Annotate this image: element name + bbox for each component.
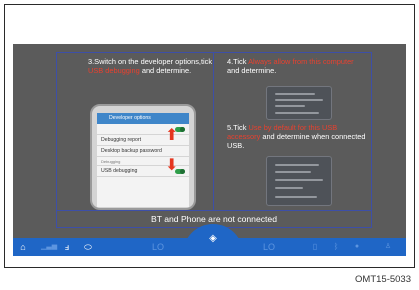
step-5-instruction: 5.Tick Use by default for this USB acces… [227,123,367,150]
temp-right[interactable]: LO [258,238,280,256]
step-3-highlight: USB debugging [88,66,140,75]
phone-icon[interactable]: ▯ [310,238,320,256]
climate-icon[interactable]: ◈ [197,232,229,246]
head-unit-screen: 3.Switch on the developer options,tick U… [13,44,406,256]
temp-left[interactable]: LO [147,238,169,256]
thumbnail-line [275,196,317,198]
thumbnail-line [275,179,323,181]
signal-icon: ▁▃▅ [41,243,58,250]
step-5-text: 5.Tick [227,123,249,132]
thumbnail-line [275,187,303,189]
home-icon[interactable]: ⌂ [16,238,30,256]
phone-row: Desktop backup password [97,146,189,157]
phone-title: Developer options [97,113,189,124]
mic-icon[interactable]: ● [352,238,362,256]
usb-debugging-label: USB debugging [101,168,138,174]
arrow-up-icon: ⬆ [165,127,179,144]
guide-divider [213,53,214,211]
thumbnail-line [275,112,319,114]
step-4-text: 4.Tick [227,57,249,66]
usb-dialog-thumbnail [266,156,332,206]
step-3-suffix: and determine. [139,66,192,75]
step-4-suffix: and determine. [227,66,277,75]
user-icon[interactable]: ♙ [381,238,395,256]
thumbnail-line [275,164,319,166]
arrow-down-icon: ⬇ [165,157,179,174]
figure-code: OMT15-5033 [355,274,411,285]
allow-dialog-thumbnail [266,86,332,120]
seat-icon[interactable]: ⅎ [60,238,74,256]
step-3-text: 3.Switch on the developer options,tick [88,57,213,66]
step-4-instruction: 4.Tick Always allow from this computer a… [227,57,367,75]
thumbnail-line [275,105,305,107]
phone-illustration: Developer options Debugging report Deskt… [90,104,196,210]
bluetooth-icon[interactable]: ᛒ [331,238,341,256]
thumbnail-line [275,93,315,95]
step-4-highlight: Always allow from this computer [248,57,354,66]
thumbnail-line [275,171,311,173]
car-icon[interactable]: ⬭ [80,238,96,256]
step-3-instruction: 3.Switch on the developer options,tick U… [88,57,218,75]
thumbnail-line [275,99,323,101]
